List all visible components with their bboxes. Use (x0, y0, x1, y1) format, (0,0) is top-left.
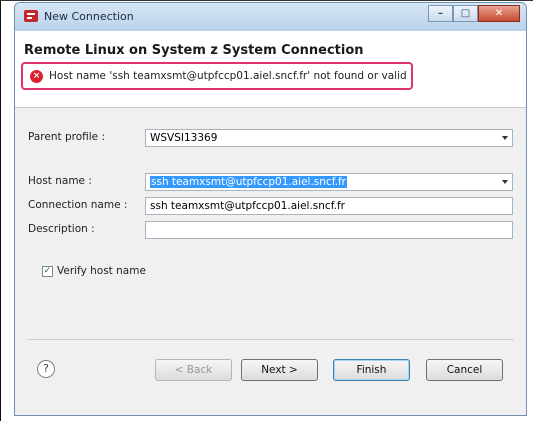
minimize-button[interactable]: – (428, 5, 453, 22)
parent-profile-value: WSVSI13369 (150, 132, 218, 144)
error-icon: × (30, 70, 43, 83)
verify-host-label[interactable]: Verify host name (57, 265, 146, 277)
window-title: New Connection (44, 10, 134, 23)
dialog-heading: Remote Linux on System z System Connecti… (24, 43, 364, 58)
back-button[interactable]: < Back (155, 359, 232, 381)
connection-name-input[interactable]: ssh teamxsmt@utpfccp01.aiel.sncf.fr (145, 197, 513, 215)
title-bar[interactable]: New Connection – □ ✕ (15, 3, 526, 31)
description-label: Description : (28, 223, 95, 235)
help-icon[interactable]: ? (37, 360, 55, 378)
parent-profile-combo[interactable]: WSVSI13369 (145, 129, 513, 147)
host-name-label: Host name : (28, 175, 92, 187)
chevron-down-icon[interactable] (502, 136, 508, 140)
connection-name-label: Connection name : (28, 199, 128, 211)
verify-host-checkbox[interactable]: ✓ (42, 266, 53, 277)
host-name-combo[interactable]: ssh teamxsmt@utpfccp01.aiel.sncf.fr (145, 173, 513, 191)
close-button[interactable]: ✕ (478, 5, 520, 22)
error-banner: × Host name 'ssh teamxsmt@utpfccp01.aiel… (21, 62, 413, 90)
description-input[interactable] (145, 221, 513, 239)
outer-frame-left (0, 0, 1, 421)
next-button[interactable]: Next > (241, 359, 318, 381)
parent-profile-label: Parent profile : (28, 131, 105, 143)
new-connection-dialog: New Connection – □ ✕ Remote Linux on Sys… (14, 2, 527, 416)
host-name-value: ssh teamxsmt@utpfccp01.aiel.sncf.fr (150, 176, 347, 188)
chevron-down-icon[interactable] (502, 180, 508, 184)
maximize-button[interactable]: □ (453, 5, 478, 22)
footer-divider (27, 339, 514, 340)
error-message: Host name 'ssh teamxsmt@utpfccp01.aiel.s… (49, 70, 407, 82)
app-icon (24, 10, 38, 22)
dialog-header: Remote Linux on System z System Connecti… (15, 31, 526, 108)
window-controls: – □ ✕ (428, 5, 520, 22)
outer-frame-top (0, 0, 533, 1)
cancel-button[interactable]: Cancel (426, 359, 503, 381)
finish-button[interactable]: Finish (333, 359, 410, 381)
